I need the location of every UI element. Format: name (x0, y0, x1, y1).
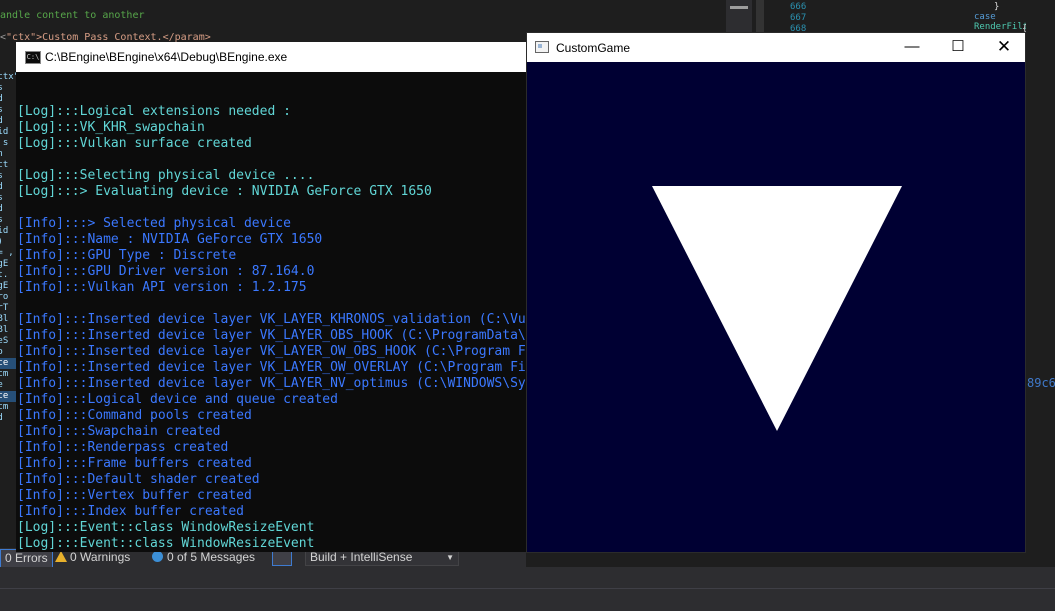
code-fragment: .cm (0, 402, 9, 412)
code-comment: andle content to another (0, 10, 145, 21)
code-fragment: rce (0, 391, 16, 402)
code-fragment: erT (0, 303, 9, 313)
warning-icon (55, 551, 67, 562)
console-line: [Info]:::Name : NVIDIA GeForce GTX 1650 (17, 232, 323, 247)
console-line: [Info]:::Logical device and queue create… (17, 392, 338, 407)
console-line: [Info]:::Inserted device layer VK_LAYER_… (17, 344, 528, 359)
console-app-icon: C:\ (25, 51, 41, 64)
console-line: [Log]:::Selecting physical device .... (17, 168, 315, 183)
code-doc-comment: <"ctx">Custom Pass Context.</param> (0, 32, 211, 42)
editor-scrollbar[interactable] (726, 0, 752, 33)
console-line: [Info]:::Index buffer created (17, 504, 244, 519)
code-fragment: "s (0, 215, 3, 225)
divider (0, 588, 1055, 589)
ide-bottom-panel (0, 567, 1055, 611)
code-fragment: aid (0, 127, 9, 137)
code-fragment: "d (0, 182, 3, 192)
scrollbar-thumb[interactable] (730, 6, 748, 9)
code-hex-fragment: 89c6 (1027, 376, 1055, 390)
code-fragment: yBl (0, 325, 9, 335)
console-line: [Info]:::Renderpass created (17, 440, 229, 455)
code-fragment: "s (0, 105, 3, 115)
minimize-button[interactable]: — (889, 33, 935, 62)
code-fragment: nd (0, 413, 3, 423)
console-line: [Info]:::Vertex buffer created (17, 488, 252, 503)
console-line: [Info]:::Default shader created (17, 472, 260, 487)
chevron-down-icon: ▼ (446, 553, 454, 562)
console-title-bar[interactable]: C:\ C:\BEngine\BEngine\x64\Debug\BEngine… (16, 42, 528, 72)
console-line: [Log]:::VK_KHR_swapchain (17, 120, 205, 135)
console-line: [Info]:::Frame buffers created (17, 456, 252, 471)
code-fragment: rce (0, 358, 16, 369)
code-fragment: "s (0, 83, 3, 93)
code-fragment: "d (0, 204, 3, 214)
editor-gutter (756, 0, 764, 33)
console-line: [Info]:::Command pools created (17, 408, 252, 423)
console-line: [Info]:::GPU Type : Discrete (17, 248, 237, 263)
console-line: [Log]:::Event::class WindowResizeEvent (17, 536, 315, 551)
code-fragment: "s (0, 193, 3, 203)
code-fragment: de (0, 380, 3, 390)
code-fragment: "d (0, 116, 3, 126)
code-fragment: co (0, 347, 3, 357)
console-line: [Log]:::Logical extensions needed : (17, 104, 291, 119)
console-line: [Log]:::Event::class WindowResizeEvent (17, 520, 315, 535)
ide-right-background (1026, 0, 1055, 560)
console-line: [Info]:::Vulkan API version : 1.2.175 (17, 280, 307, 295)
code-fragment: == , (0, 248, 14, 258)
rendered-triangle (652, 186, 902, 431)
code-fragment: , s (0, 138, 9, 148)
console-output: [Log]:::Logical extensions needed : [Log]… (17, 104, 528, 552)
console-line: [Info]:::Swapchain created (17, 424, 221, 439)
code-fragment: ogE (0, 259, 9, 269)
maximize-button[interactable]: ☐ (935, 33, 981, 62)
code-fragment: rt. (0, 270, 9, 280)
game-window-title: CustomGame (556, 41, 631, 55)
console-line: [Info]:::Inserted device layer VK_LAYER_… (17, 376, 528, 391)
code-fragment: "ct (0, 160, 9, 170)
console-line: [Info]:::Inserted device layer VK_LAYER_… (17, 312, 528, 327)
game-window[interactable]: CustomGame — ☐ ✕ (526, 32, 1026, 553)
close-button[interactable]: ✕ (981, 33, 1027, 62)
console-line: [Info]:::> Selected physical device (17, 216, 291, 231)
info-icon (152, 551, 163, 562)
code-fragment: Pro (0, 292, 9, 302)
ide-code-editor-top: andle content to another <"ctx">Custom P… (0, 0, 526, 42)
code-fragment: ogE (0, 281, 9, 291)
line-numbers: 666 667 668 (790, 2, 807, 33)
code-fragment: ceS (0, 336, 9, 346)
console-line: [Info]:::Inserted device layer VK_LAYER_… (17, 328, 528, 343)
console-line: [Info]:::Inserted device layer VK_LAYER_… (17, 360, 528, 375)
code-fragment: .cm (0, 369, 9, 379)
render-viewport[interactable] (527, 62, 1025, 552)
app-window-icon (535, 41, 549, 53)
code-fragment: aid (0, 226, 9, 236)
game-title-bar[interactable]: CustomGame — ☐ ✕ (527, 33, 1025, 62)
code-fragment: yBl (0, 314, 9, 324)
console-line: [Log]:::> Evaluating device : NVIDIA GeF… (17, 184, 432, 199)
console-window[interactable]: C:\ C:\BEngine\BEngine\x64\Debug\BEngine… (16, 42, 528, 552)
code-brace: } (994, 2, 1000, 12)
code-fragment: "s (0, 171, 3, 181)
console-line: [Log]:::Vulkan surface created (17, 136, 252, 151)
ide-code-editor-left-strip: "ctx""s"d"s"daid, son"ct"s"d"s"d"said 0)… (0, 72, 16, 548)
console-window-title: C:\BEngine\BEngine\x64\Debug\BEngine.exe (45, 50, 288, 64)
ide-code-editor-right: 666 667 668 } case RenderFilte { (726, 0, 1055, 33)
code-fragment: 0) (0, 237, 16, 248)
code-fragment: "ctx" (0, 72, 16, 82)
code-fragment: "d (0, 94, 3, 104)
console-line: [Info]:::GPU Driver version : 87.164.0 (17, 264, 315, 279)
code-fragment: on (0, 149, 3, 159)
